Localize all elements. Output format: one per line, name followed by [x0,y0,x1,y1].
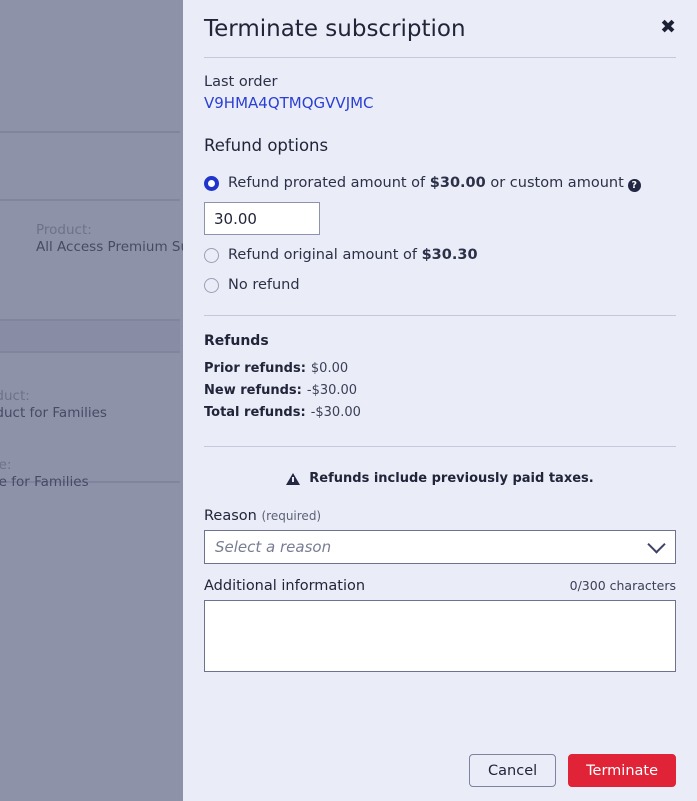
character-counter: 0/300 characters [569,578,676,593]
modal-header: Terminate subscription ✖ [183,0,697,44]
additional-label-row: Additional information 0/300 characters [204,578,676,594]
background-card [0,320,180,352]
refunds-heading: Refunds [204,333,269,349]
refund-line-total-value: -$30.00 [310,405,361,420]
refunds-summary-section: Refunds Prior refunds: $0.00 New refunds:… [183,330,697,424]
cancel-button[interactable]: Cancel [469,754,557,787]
reason-required-hint: (required) [261,509,322,523]
refund-line-prior: Prior refunds: $0.00 [204,358,676,380]
last-order-section: Last order V9HMA4QTMQGVVJMC [183,72,697,114]
background-product-label-1: Product: [36,222,92,238]
refund-options-section: Refund options Refund prorated amount of… [183,135,697,295]
refund-options-heading: Refund options [204,136,329,155]
chevron-down-icon[interactable] [647,535,666,554]
reason-select[interactable]: Select a reason [204,530,676,564]
background-card [0,132,180,200]
radio-option-prorated[interactable]: Refund prorated amount of $30.00 or cust… [204,173,676,193]
header-divider [204,57,676,58]
background-card [0,482,180,801]
refund-line-prior-value: $0.00 [310,361,349,376]
radio-original-indicator[interactable] [204,247,219,263]
radio-no-refund-indicator[interactable] [204,277,219,293]
radio-prorated-label: Refund prorated amount of $30.00 or cust… [228,173,641,193]
page-title: Terminate subscription [204,16,466,42]
refund-line-new-key: New refunds: [204,383,302,398]
tax-notice: Refunds include previously paid taxes. [204,471,676,486]
warning-icon [286,472,301,485]
additional-info-section: Additional information 0/300 characters [183,578,697,672]
custom-amount-input[interactable] [204,202,320,235]
page-backdrop-overlay: Product: All Access Premium Subscription… [0,0,183,801]
additional-info-label: Additional information [204,578,366,594]
refund-line-total-key: Total refunds: [204,405,306,420]
radio-prorated-text-before: Refund prorated amount of [228,175,430,191]
reason-section: Reason (required) Select a reason [183,508,697,564]
background-product-value-1: All Access Premium Subscription [36,239,183,255]
refunds-divider [204,446,676,447]
additional-info-textarea[interactable] [204,600,676,672]
background-product-value-2: Product for Families [0,405,107,421]
reason-placeholder: Select a reason [215,538,332,556]
radio-option-no-refund[interactable]: No refund [204,275,676,295]
refund-line-new: New refunds: -$30.00 [204,380,676,402]
background-product-label-2: Product: [0,388,30,404]
background-card [0,200,180,320]
tax-notice-section: Refunds include previously paid taxes. [183,471,697,486]
radio-original-text-before: Refund original amount of [228,247,422,263]
reason-label-row: Reason (required) [204,508,676,524]
refund-options-divider [204,315,676,316]
reason-label: Reason (required) [204,508,321,524]
radio-original-amount: $30.30 [421,247,478,263]
last-order-label: Last order [204,74,278,90]
refund-line-new-value: -$30.00 [306,383,358,398]
radio-prorated-amount: $30.00 [429,175,486,191]
radio-no-refund-label: No refund [228,277,300,293]
modal-footer: Cancel Terminate [469,754,676,787]
refunds-lines: Prior refunds: $0.00 New refunds: -$30.00 … [204,358,676,424]
custom-amount-wrapper [204,202,676,235]
refund-line-prior-key: Prior refunds: [204,361,306,376]
radio-prorated-indicator[interactable] [204,175,219,191]
reason-label-text: Reason [204,508,257,524]
radio-original-label: Refund original amount of $30.30 [228,245,478,265]
refund-line-total: Total refunds: -$30.00 [204,402,676,424]
tax-notice-text: Refunds include previously paid taxes. [309,471,594,486]
terminate-button[interactable]: Terminate [568,754,676,787]
radio-prorated-text-after: or custom amount [485,175,624,191]
background-price-label: Price: [0,457,12,473]
background-price-value: Price for Families [0,474,89,490]
radio-option-original[interactable]: Refund original amount of $30.30 [204,245,676,265]
background-card [0,0,180,132]
help-icon[interactable]: ? [627,179,641,192]
terminate-subscription-modal: Terminate subscription ✖ Last order V9HM… [183,0,697,801]
last-order-link[interactable]: V9HMA4QTMQGVVJMC [204,92,374,114]
close-icon[interactable]: ✖ [660,14,676,37]
